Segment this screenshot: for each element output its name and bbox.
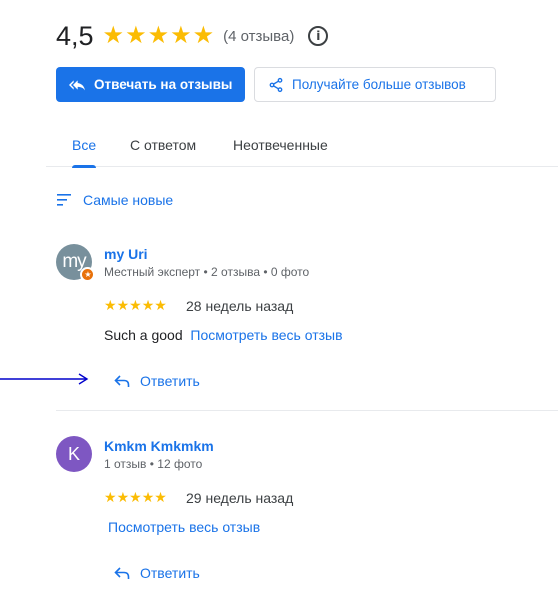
- tab-all[interactable]: Все: [72, 122, 97, 168]
- review-count: (4 отзыва): [223, 27, 295, 45]
- star-icon: ★: [104, 489, 117, 505]
- star-icon: ★: [141, 489, 155, 505]
- rating-summary: 4,5 ★ ★ ★ ★ ★ (4 отзыва) i: [56, 18, 329, 54]
- star-icon: ★: [104, 297, 117, 313]
- avatar-initials: K: [67, 443, 80, 464]
- review-date: 28 недель назад: [186, 298, 294, 314]
- star-icon: ★: [147, 22, 170, 49]
- review-author[interactable]: my Uri: [104, 246, 148, 262]
- annotation-arrow: [0, 373, 89, 385]
- review-stars: ★ ★ ★ ★ ★: [104, 490, 167, 504]
- star-icon: ★: [170, 22, 192, 49]
- review-text-block: Such a good Посмотреть весь отзыв: [104, 327, 343, 343]
- star-icon: ★: [154, 297, 167, 313]
- reply-icon: [114, 567, 130, 579]
- review-date: 29 недель назад: [186, 490, 294, 506]
- get-more-reviews-button[interactable]: Получайте больше отзывов: [254, 67, 496, 102]
- star-icon: ★: [116, 489, 130, 505]
- star-icon: ★: [116, 297, 130, 313]
- reviewer-meta: 1 отзыв • 12 фото: [104, 457, 203, 471]
- star-icon: ★: [129, 297, 142, 313]
- star-icon: ★: [129, 489, 142, 505]
- sort-icon: [57, 194, 71, 206]
- review-author[interactable]: Kmkm Kmkmkm: [104, 438, 214, 454]
- get-more-reviews-label: Получайте больше отзывов: [292, 77, 466, 92]
- sort-label: Самые новые: [83, 192, 174, 208]
- avatar[interactable]: K: [56, 436, 92, 472]
- info-icon[interactable]: i: [308, 26, 329, 46]
- star-icon: ★: [141, 297, 155, 313]
- sort-button[interactable]: Самые новые: [57, 192, 173, 208]
- review-text-block: Посмотреть весь отзыв: [108, 519, 260, 535]
- review-text: Such a good: [104, 327, 183, 343]
- read-full-review-link[interactable]: Посмотреть весь отзыв: [108, 519, 260, 535]
- avatar[interactable]: my ★: [56, 244, 95, 282]
- review-stars: ★ ★ ★ ★ ★: [104, 298, 167, 312]
- rating-score: 4,5: [56, 20, 94, 51]
- reply-icon: [114, 375, 130, 387]
- local-guide-badge-icon: ★: [80, 267, 95, 282]
- star-icon: ★: [192, 22, 215, 49]
- tab-with-reply[interactable]: С ответом: [130, 122, 196, 167]
- rating-stars: ★ ★ ★ ★ ★: [103, 24, 215, 48]
- reply-label: Ответить: [140, 373, 200, 389]
- tab-unanswered[interactable]: Неотвеченные: [233, 122, 328, 167]
- review-divider: [56, 410, 558, 411]
- reply-button[interactable]: Ответить: [114, 565, 200, 581]
- reply-to-reviews-button[interactable]: Отвечать на отзывы: [56, 67, 245, 102]
- reviewer-meta: Местный эксперт • 2 отзыва • 0 фото: [104, 265, 310, 279]
- star-icon: ★: [102, 22, 125, 49]
- review-filter-tabs: Все С ответом Неотвеченные: [46, 122, 558, 168]
- star-icon: ★: [154, 489, 167, 505]
- star-icon: ★: [125, 22, 147, 49]
- read-full-review-link[interactable]: Посмотреть весь отзыв: [190, 327, 342, 343]
- reply-to-reviews-label: Отвечать на отзывы: [94, 77, 233, 92]
- share-icon: [269, 77, 283, 92]
- reply-all-icon: [69, 79, 85, 90]
- reply-button[interactable]: Ответить: [114, 373, 200, 389]
- reply-label: Ответить: [140, 565, 200, 581]
